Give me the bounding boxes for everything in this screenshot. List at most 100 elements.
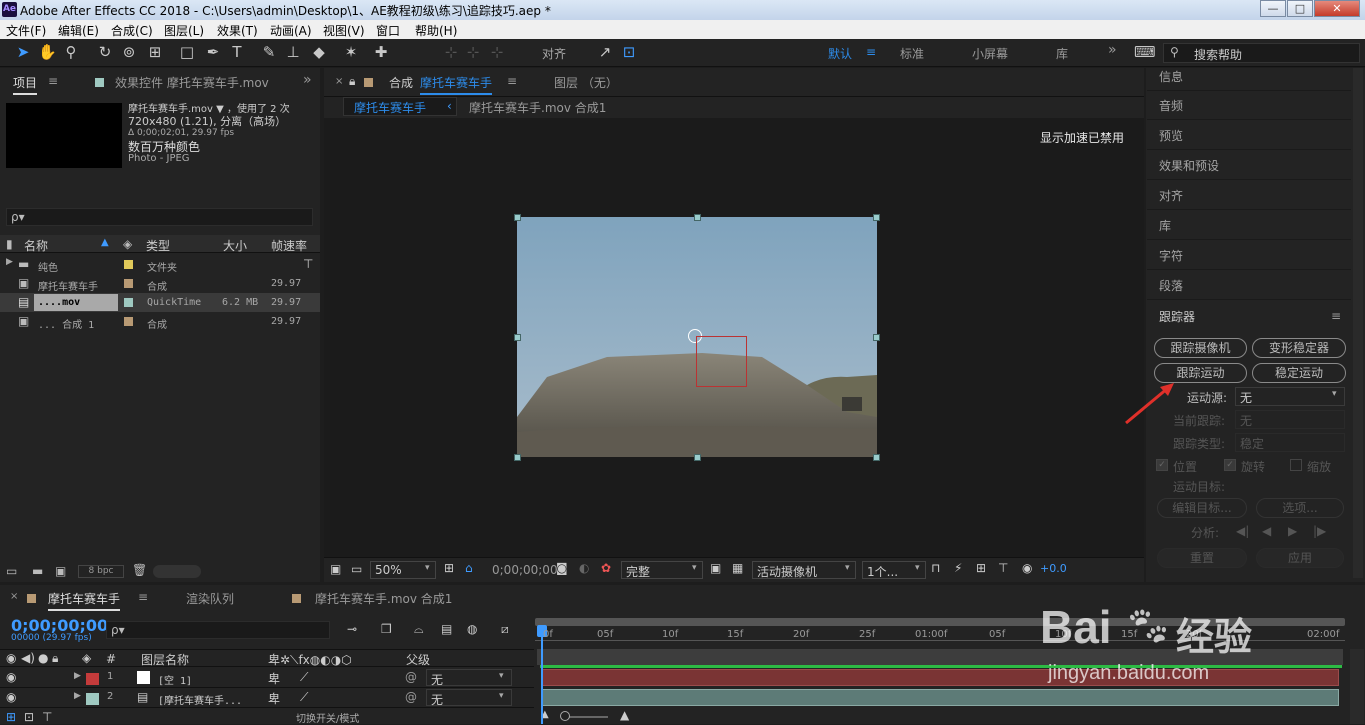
workspace-default[interactable]: 默认 <box>828 45 852 62</box>
project-row-solids[interactable]: ▶ ▬ 纯色 文件夹 ⊤ <box>0 255 320 274</box>
breadcrumb-active[interactable]: 摩托车赛车手 ‹ <box>343 97 457 116</box>
timeline-menu-icon[interactable]: ≡ <box>138 590 148 604</box>
menu-animation[interactable]: 动画(A) <box>270 22 312 39</box>
view-layout-select[interactable]: 1个... ▾ <box>862 561 926 579</box>
lock-icon[interactable]: 🔒︎ <box>349 74 355 89</box>
parent-select[interactable]: 无 ▾ <box>426 669 512 687</box>
graph-editor-icon[interactable]: ⧄ <box>501 622 509 637</box>
motion-source-select[interactable]: 无 ▾ <box>1235 387 1345 406</box>
trash-icon[interactable]: 🗑 <box>132 563 147 577</box>
menu-edit[interactable]: 编辑(E) <box>58 22 99 39</box>
workspace-menu-icon[interactable]: ≡ <box>866 45 876 59</box>
col-type[interactable]: 类型 <box>146 237 170 254</box>
menu-layer[interactable]: 图层(L) <box>164 22 204 39</box>
region-of-interest-icon[interactable]: ▣ <box>710 561 721 575</box>
exposure-value[interactable]: +0.0 <box>1040 562 1067 575</box>
tab-effect-controls[interactable]: 效果控件 摩托车赛车手.mov <box>115 74 269 91</box>
layer-label-color[interactable] <box>86 693 99 705</box>
roto-brush-icon[interactable]: ✶ <box>342 43 360 61</box>
snap-target-icon[interactable]: ⊡ <box>620 43 638 61</box>
handle-tm[interactable] <box>694 214 701 221</box>
camera-view-select[interactable]: 活动摄像机 ▾ <box>752 561 856 579</box>
selection-tool-icon[interactable]: ➤ <box>14 43 32 61</box>
flowchart-icon[interactable]: ⊤ <box>303 257 313 271</box>
quality-switch-icon[interactable]: ⟋ <box>300 690 308 705</box>
timeline-tab-comp[interactable]: 摩托车赛车手 <box>48 590 121 611</box>
null-layer-bounds[interactable] <box>696 336 747 387</box>
menu-effect[interactable]: 效果(T) <box>217 22 258 39</box>
project-row-comp1[interactable]: ▣ ... 合成 1 合成 29.97 <box>0 312 320 331</box>
pan-behind-icon[interactable]: ⊞ <box>146 43 164 61</box>
track-camera-button[interactable]: 跟踪摄像机 <box>1154 338 1247 358</box>
layer-label-color[interactable] <box>86 673 99 685</box>
eraser-tool-icon[interactable]: ◆ <box>310 43 328 61</box>
layer-2-bar[interactable] <box>541 689 1339 706</box>
comp-tab-label[interactable]: 合成 <box>389 74 413 91</box>
brush-tool-icon[interactable]: ✎ <box>260 43 278 61</box>
project-menu-icon[interactable]: ≡ <box>48 74 58 88</box>
menu-window[interactable]: 窗口 <box>376 22 400 39</box>
comp-flowchart-icon[interactable]: ⊞ <box>6 710 16 724</box>
resolution-select[interactable]: 完整 ▾ <box>621 561 703 579</box>
playhead[interactable] <box>541 626 543 724</box>
expand-layer-icon[interactable]: ▶ <box>74 691 81 701</box>
parent-select[interactable]: 无 ▾ <box>426 689 512 707</box>
preview-icon[interactable]: ▣ <box>330 562 341 576</box>
color-channels-icon[interactable]: ✿ <box>601 561 611 575</box>
close-tab-icon[interactable]: × <box>335 76 343 87</box>
zoom-slider-thumb[interactable] <box>560 711 570 721</box>
expand-transfer-icon[interactable]: ⊡ <box>24 710 34 724</box>
project-search-input[interactable]: ρ▾ <box>6 208 313 226</box>
expand-inout-icon[interactable]: ⊤ <box>42 710 52 724</box>
stabilize-motion-button[interactable]: 稳定运动 <box>1252 363 1346 383</box>
menu-view[interactable]: 视图(V) <box>323 22 365 39</box>
safe-zones-icon[interactable]: ⊞ <box>444 561 454 575</box>
workspace-standard[interactable]: 标准 <box>900 45 924 62</box>
puppet-pin-icon[interactable]: ✚ <box>372 43 390 61</box>
fast-previews-icon[interactable]: ⚡ <box>954 561 962 575</box>
rectangle-tool-icon[interactable]: □ <box>178 43 196 61</box>
frame-blending-icon[interactable]: ▤ <box>441 622 452 636</box>
col-fps[interactable]: 帧速率 <box>271 237 307 254</box>
snap-icon[interactable]: ↗ <box>596 43 614 61</box>
layer-tab[interactable]: 图层 （无） <box>554 74 618 91</box>
current-time[interactable]: 0;00;00;00 <box>492 563 558 577</box>
help-search-input[interactable]: ⚲ 搜索帮助 <box>1163 43 1360 63</box>
toggle-pixel-aspect-icon[interactable]: ⊓ <box>931 561 940 575</box>
handle-tl[interactable] <box>514 214 521 221</box>
workspace-more[interactable]: » <box>1108 42 1117 58</box>
handle-tr[interactable] <box>873 214 880 221</box>
show-snapshot-icon[interactable]: ◐ <box>579 561 589 575</box>
new-comp-icon[interactable]: ▣ <box>55 564 66 578</box>
pick-whip-icon[interactable]: @ <box>405 670 417 684</box>
hand-tool-icon[interactable]: ✋ <box>38 43 57 61</box>
orbit-camera-icon[interactable]: ⊚ <box>120 43 138 61</box>
label-swatch[interactable] <box>124 298 133 307</box>
handle-mr[interactable] <box>873 334 880 341</box>
reset-exposure-icon[interactable]: ◉ <box>1022 561 1032 575</box>
right-panel-scrollbar[interactable] <box>1353 68 1363 578</box>
tab-project[interactable]: 项目 <box>13 74 38 95</box>
panel-effects-presets[interactable]: 效果和预设 <box>1147 151 1351 180</box>
transparency-grid-icon[interactable]: ▦ <box>732 561 743 575</box>
thumbnail-slider[interactable] <box>153 565 201 578</box>
comp-menu-icon[interactable]: ≡ <box>507 74 517 88</box>
project-row-comp[interactable]: ▣ 摩托车赛车手 合成 29.97 <box>0 274 320 293</box>
render-queue-tab[interactable]: 渲染队列 <box>186 590 234 607</box>
label-swatch[interactable] <box>124 317 133 326</box>
col-size[interactable]: 大小 <box>223 237 247 254</box>
layer-row-2[interactable]: ◉ ▶ 2 ▤ [摩托车赛车手... 卑 ⟋ @ 无 ▾ <box>0 688 534 708</box>
visibility-icon[interactable]: ◉ <box>6 690 16 704</box>
rotate-tool-icon[interactable]: ↻ <box>96 43 114 61</box>
pick-whip-icon[interactable]: @ <box>405 690 417 704</box>
layer-row-1[interactable]: ◉ ▶ 1 [空 1] 卑 ⟋ @ 无 ▾ <box>0 668 534 688</box>
tracker-menu-icon[interactable]: ≡ <box>1331 309 1341 323</box>
local-axis-icon[interactable]: ⊹ <box>442 43 460 61</box>
interpret-footage-icon[interactable]: ▭ <box>6 564 17 578</box>
shy-layers-icon[interactable]: ⌓ <box>414 622 424 637</box>
panel-audio[interactable]: 音频 <box>1147 91 1351 120</box>
label-swatch[interactable] <box>124 260 133 269</box>
warp-stabilizer-button[interactable]: 变形稳定器 <box>1252 338 1346 358</box>
panel-more[interactable]: » <box>303 72 312 88</box>
panel-preview[interactable]: 预览 <box>1147 121 1351 150</box>
